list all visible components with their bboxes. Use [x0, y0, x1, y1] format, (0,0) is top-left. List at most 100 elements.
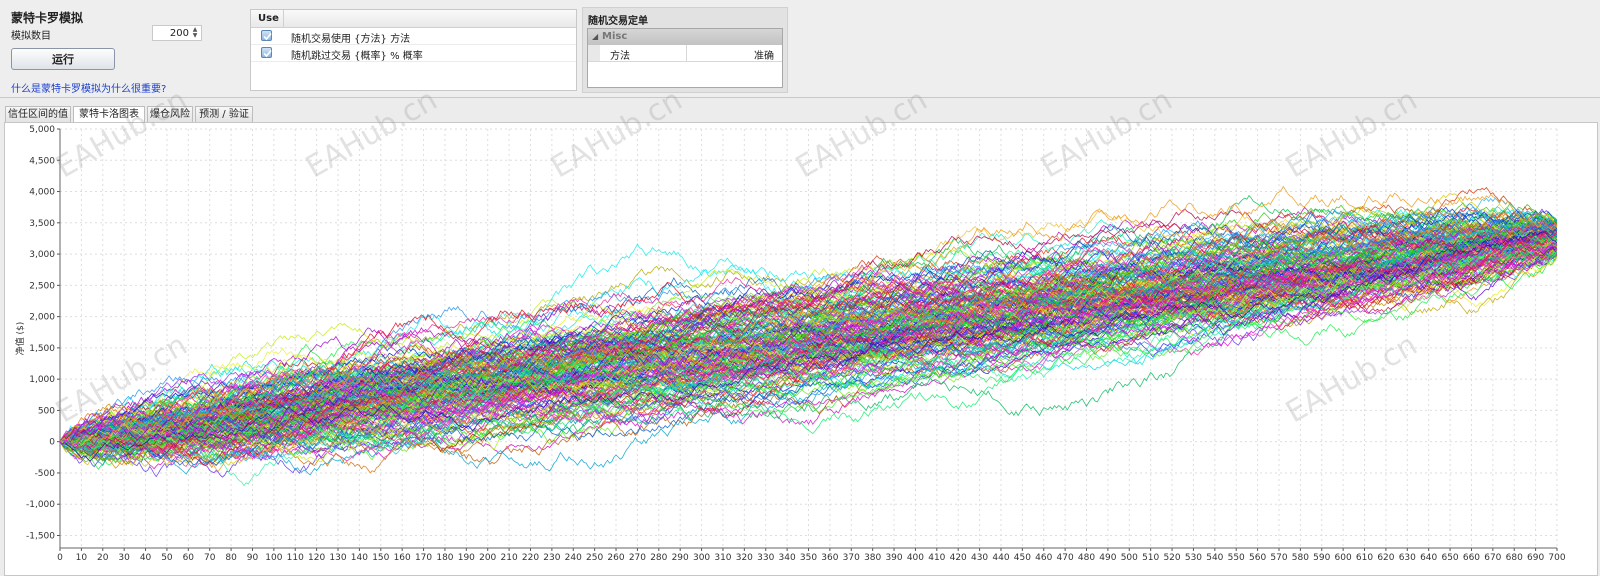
- help-link[interactable]: 什么是蒙特卡罗模拟为什么很重要?: [11, 80, 166, 95]
- x-tick-label: 50: [161, 553, 173, 563]
- x-tick-label: 60: [183, 553, 195, 563]
- x-tick-label: 450: [1014, 553, 1031, 563]
- x-tick-label: 100: [265, 553, 282, 563]
- y-tick-label: 4,000: [29, 188, 55, 198]
- x-tick-label: 320: [736, 553, 753, 563]
- x-tick-label: 370: [843, 553, 860, 563]
- options-table: Use 随机交易使用 {方法} 方法 随机跳过交易 {概率} % 概率: [250, 9, 577, 91]
- property-divider: [686, 45, 687, 61]
- property-row-method[interactable]: 方法 准确: [588, 45, 782, 62]
- y-tick-label: 2,500: [29, 281, 55, 291]
- y-tick-label: 3,500: [29, 219, 55, 229]
- y-tick-label: 500: [38, 406, 55, 416]
- x-tick-label: 480: [1078, 553, 1095, 563]
- option-row-skip-trades[interactable]: 随机跳过交易 {概率} % 概率: [251, 45, 576, 62]
- y-tick-label: 5,000: [29, 125, 55, 135]
- tab-forecast-verify[interactable]: 预测 / 验证: [195, 106, 253, 122]
- x-tick-label: 440: [992, 553, 1009, 563]
- x-tick-label: 130: [329, 553, 346, 563]
- x-tick-label: 520: [1163, 553, 1180, 563]
- x-tick-label: 420: [950, 553, 967, 563]
- x-tick-label: 140: [351, 553, 368, 563]
- x-tick-label: 270: [629, 553, 646, 563]
- row-gutter: [588, 45, 600, 61]
- x-tick-label: 330: [757, 553, 774, 563]
- x-tick-label: 290: [672, 553, 689, 563]
- option-label: 随机跳过交易 {概率} % 概率: [291, 51, 423, 62]
- simulation-title: 蒙特卡罗模拟: [11, 11, 84, 25]
- y-tick-label: 1,000: [29, 375, 55, 385]
- x-tick-label: 20: [97, 553, 109, 563]
- x-tick-label: 610: [1356, 553, 1373, 563]
- collapse-triangle-icon[interactable]: ◢: [592, 32, 598, 41]
- y-tick-label: -500: [35, 469, 56, 479]
- x-tick-label: 570: [1270, 553, 1287, 563]
- monte-carlo-chart: 0 10 20 30 40 50 60 70 80 90 100 110 120 130 140 150 160…: [14, 125, 1566, 563]
- x-tick-label: 560: [1249, 553, 1266, 563]
- x-tick-label: 580: [1292, 553, 1309, 563]
- y-tick-label: -1,500: [26, 531, 55, 541]
- x-tick-label: 340: [779, 553, 796, 563]
- x-tick-label: 170: [415, 553, 432, 563]
- x-tick-label: 160: [394, 553, 411, 563]
- skip-trades-checkbox[interactable]: [261, 47, 272, 58]
- random-order-title: 随机交易定单: [588, 16, 648, 27]
- simulation-count-input[interactable]: [153, 26, 191, 40]
- x-tick-label: 0: [57, 553, 63, 563]
- x-tick-label: 630: [1399, 553, 1416, 563]
- x-tick-label: 380: [864, 553, 881, 563]
- x-tick-label: 460: [1035, 553, 1052, 563]
- x-tick-label: 90: [247, 553, 259, 563]
- x-tick-label: 230: [543, 553, 560, 563]
- simulation-count-stepper[interactable]: ▲▼: [152, 25, 202, 41]
- options-header: Use: [251, 10, 576, 28]
- x-tick-label: 700: [1548, 553, 1565, 563]
- x-tick-label: 550: [1228, 553, 1245, 563]
- y-tick-label: 1,500: [29, 344, 55, 354]
- misc-group-header[interactable]: ◢ Misc: [588, 29, 782, 45]
- x-tick-label: 500: [1121, 553, 1138, 563]
- x-tick-label: 350: [800, 553, 817, 563]
- option-row-randomize-trades[interactable]: 随机交易使用 {方法} 方法: [251, 28, 576, 45]
- x-tick-label: 10: [76, 553, 88, 563]
- x-tick-label: 590: [1313, 553, 1330, 563]
- y-tick-label: 2,000: [29, 313, 55, 323]
- x-tick-label: 620: [1377, 553, 1394, 563]
- chart-panel: 0 10 20 30 40 50 60 70 80 90 100 110 120 130 140 150 160…: [4, 122, 1598, 576]
- tab-confidence-values[interactable]: 信任区间的值: [5, 106, 71, 122]
- x-tick-label: 680: [1506, 553, 1523, 563]
- property-value[interactable]: 准确: [754, 47, 774, 62]
- spin-arrows-icon[interactable]: ▲ ▼: [191, 27, 199, 39]
- x-tick-label: 180: [436, 553, 453, 563]
- x-tick-label: 220: [522, 553, 539, 563]
- x-tick-label: 190: [458, 553, 475, 563]
- y-tick-label: 4,500: [29, 156, 55, 166]
- x-tick-label: 510: [1142, 553, 1159, 563]
- x-tick-label: 70: [204, 553, 216, 563]
- x-tick-label: 470: [1057, 553, 1074, 563]
- x-tick-label: 30: [118, 553, 130, 563]
- x-tick-label: 660: [1463, 553, 1480, 563]
- y-axis-label: 净值 ($): [14, 322, 26, 356]
- y-tick-label: 3,000: [29, 250, 55, 260]
- x-tick-label: 40: [140, 553, 152, 563]
- x-tick-label: 360: [821, 553, 838, 563]
- tab-ruin-risk[interactable]: 爆仓风险: [147, 106, 193, 122]
- x-tick-label: 260: [607, 553, 624, 563]
- x-tick-label: 390: [885, 553, 902, 563]
- x-tick-label: 400: [907, 553, 924, 563]
- x-tick-label: 310: [714, 553, 731, 563]
- use-column-header: Use: [258, 13, 279, 24]
- simulation-count-label: 模拟数目: [11, 31, 51, 42]
- x-tick-label: 690: [1527, 553, 1544, 563]
- option-label: 随机交易使用 {方法} 方法: [291, 34, 411, 45]
- misc-group-label: Misc: [602, 31, 628, 42]
- x-tick-label: 640: [1420, 553, 1437, 563]
- x-tick-label: 670: [1484, 553, 1501, 563]
- x-tick-label: 430: [971, 553, 988, 563]
- run-button[interactable]: 运行: [11, 48, 115, 70]
- x-tick-label: 280: [650, 553, 667, 563]
- randomize-trades-checkbox[interactable]: [261, 30, 272, 41]
- x-tick-label: 110: [287, 553, 304, 563]
- column-divider: [283, 10, 284, 27]
